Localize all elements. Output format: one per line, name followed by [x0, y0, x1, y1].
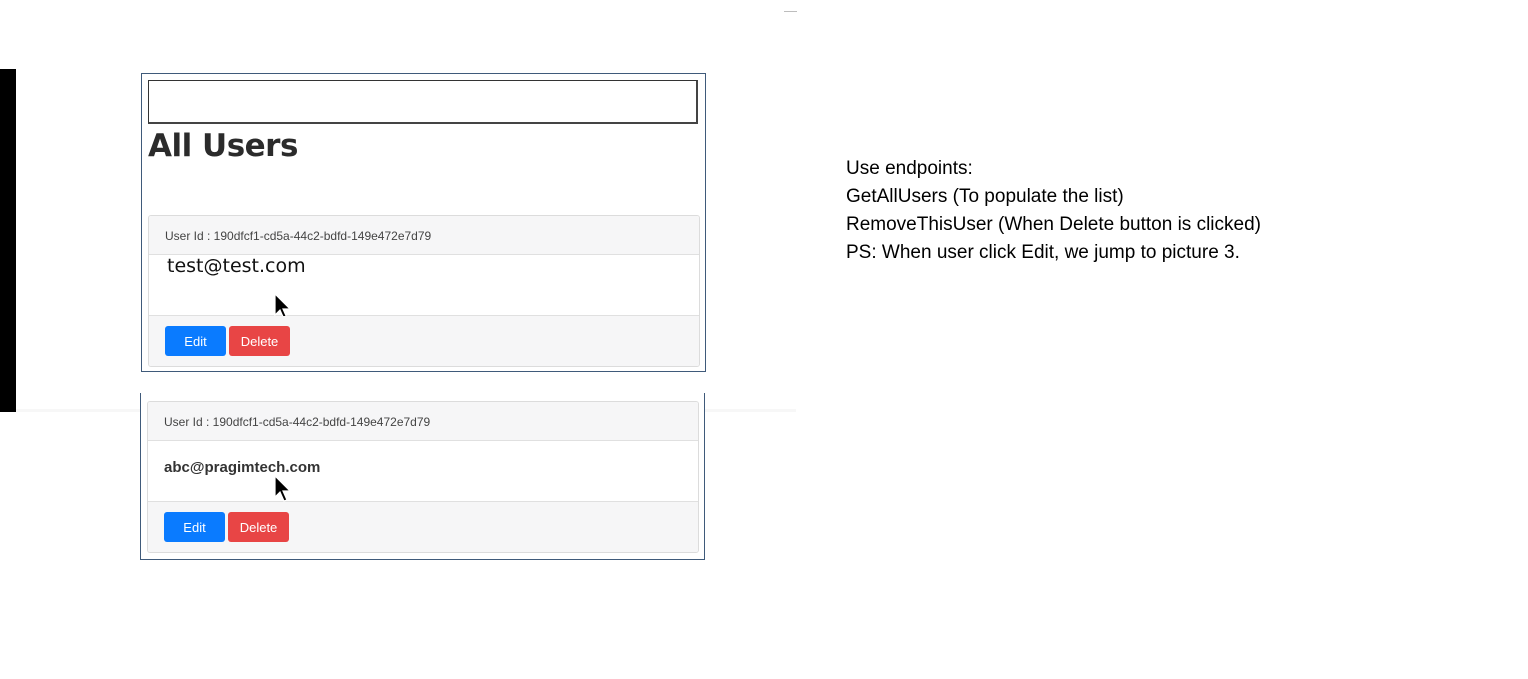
- mouse-cursor-icon: [274, 475, 292, 502]
- left-edge-bar: [0, 69, 16, 412]
- user-email: abc@pragimtech.com: [164, 459, 321, 476]
- delete-button[interactable]: Delete: [228, 512, 289, 542]
- edit-button[interactable]: Edit: [164, 512, 225, 542]
- notes-line: RemoveThisUser (When Delete button is cl…: [846, 214, 1261, 235]
- card-footer: Edit Delete: [148, 502, 698, 552]
- all-users-screenshot: All Users User Id : 190dfcf1-cd5a-44c2-b…: [141, 73, 706, 372]
- delete-button[interactable]: Delete: [229, 326, 290, 356]
- user-card: User Id : 190dfcf1-cd5a-44c2-bdfd-149e47…: [147, 401, 699, 553]
- notes-line: Use endpoints:: [846, 158, 973, 179]
- user-id-label: User Id : 190dfcf1-cd5a-44c2-bdfd-149e47…: [149, 216, 699, 255]
- user-card: User Id : 190dfcf1-cd5a-44c2-bdfd-149e47…: [148, 215, 700, 367]
- notes-line: GetAllUsers (To populate the list): [846, 186, 1124, 207]
- endpoint-notes: Use endpoints: GetAllUsers (To populate …: [846, 155, 1261, 267]
- user-card-screenshot: User Id : 190dfcf1-cd5a-44c2-bdfd-149e47…: [140, 393, 705, 560]
- search-input[interactable]: [148, 80, 698, 124]
- divider: [784, 11, 797, 12]
- edit-button[interactable]: Edit: [165, 326, 226, 356]
- user-email: test@test.com: [167, 255, 306, 277]
- card-body: test@test.com: [149, 255, 699, 320]
- card-footer: Edit Delete: [149, 316, 699, 366]
- card-body: abc@pragimtech.com: [148, 441, 698, 502]
- page-title: All Users: [148, 128, 298, 164]
- user-id-label: User Id : 190dfcf1-cd5a-44c2-bdfd-149e47…: [148, 402, 698, 441]
- notes-line: PS: When user click Edit, we jump to pic…: [846, 242, 1240, 263]
